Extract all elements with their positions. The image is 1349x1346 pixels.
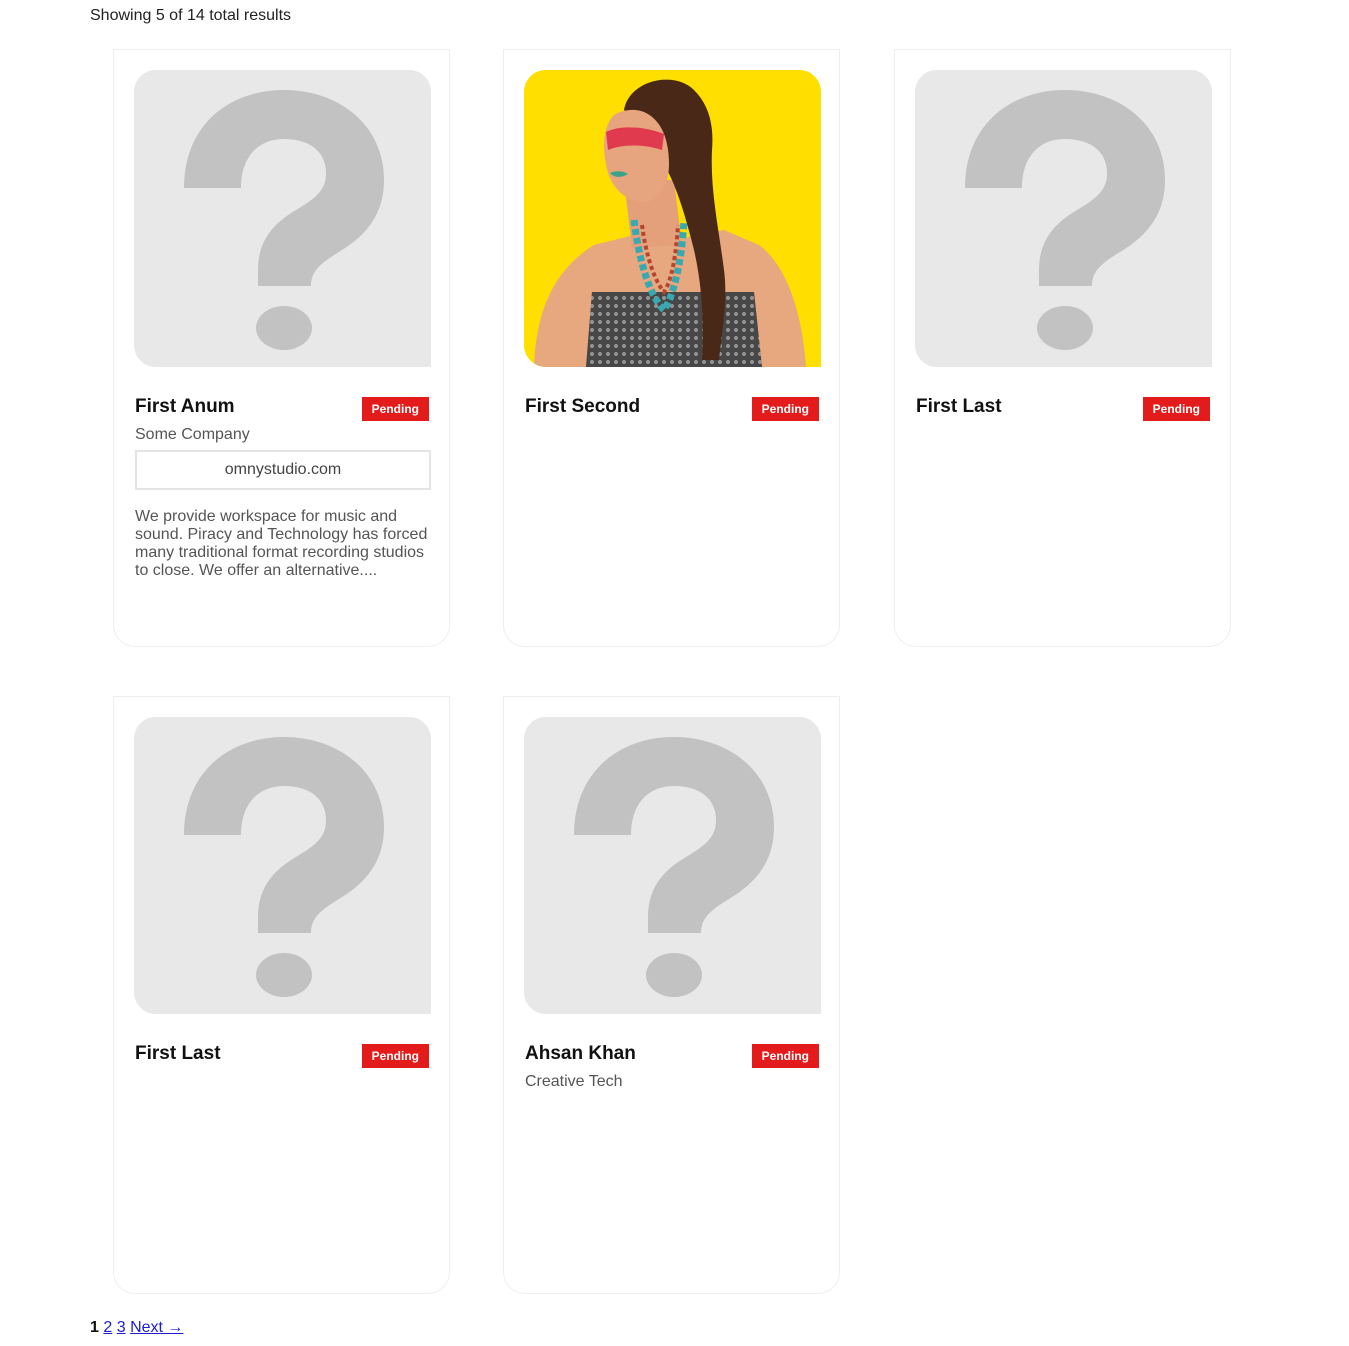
card-name[interactable]: First Second (525, 396, 640, 418)
card-name[interactable]: First Last (916, 396, 1002, 418)
status-badge: Pending (751, 397, 819, 421)
placeholder-image[interactable] (134, 717, 431, 1014)
profile-photo[interactable] (524, 70, 821, 367)
placeholder-image[interactable] (524, 717, 821, 1014)
question-mark-icon (134, 717, 431, 1014)
card-company: Creative Tech (525, 1073, 623, 1090)
card-name[interactable]: Ahsan Khan (525, 1043, 636, 1065)
question-mark-icon (915, 70, 1212, 367)
card-name[interactable]: First Anum (135, 396, 235, 418)
pagination-current-page: 1 (90, 1319, 99, 1336)
pagination-page-2[interactable]: 2 (103, 1319, 112, 1336)
listing-card[interactable]: First Last Pending (894, 49, 1231, 647)
placeholder-image[interactable] (915, 70, 1212, 367)
listing-card[interactable]: First Last Pending (113, 696, 450, 1294)
listing-card[interactable]: First Anum Pending Some Company omnystud… (113, 49, 450, 647)
status-badge: Pending (1142, 397, 1210, 421)
pagination-page-3[interactable]: 3 (117, 1319, 126, 1336)
results-count: Showing 5 of 14 total results (90, 7, 292, 24)
card-name[interactable]: First Last (135, 1043, 221, 1065)
profile-photo-illustration (524, 70, 821, 367)
status-badge: Pending (361, 1044, 429, 1068)
card-description: We provide workspace for music and sound… (135, 508, 428, 579)
website-button[interactable]: omnystudio.com (135, 450, 431, 490)
card-company: Some Company (135, 426, 250, 443)
question-mark-icon (524, 717, 821, 1014)
listing-card[interactable]: First Second Pending (503, 49, 840, 647)
listing-card[interactable]: Ahsan Khan Pending Creative Tech (503, 696, 840, 1294)
pagination-next-link[interactable]: Next → (130, 1319, 183, 1336)
status-badge: Pending (361, 397, 429, 421)
placeholder-image[interactable] (134, 70, 431, 367)
status-badge: Pending (751, 1044, 819, 1068)
pagination: 1 2 3 Next → (90, 1319, 183, 1337)
question-mark-icon (134, 70, 431, 367)
